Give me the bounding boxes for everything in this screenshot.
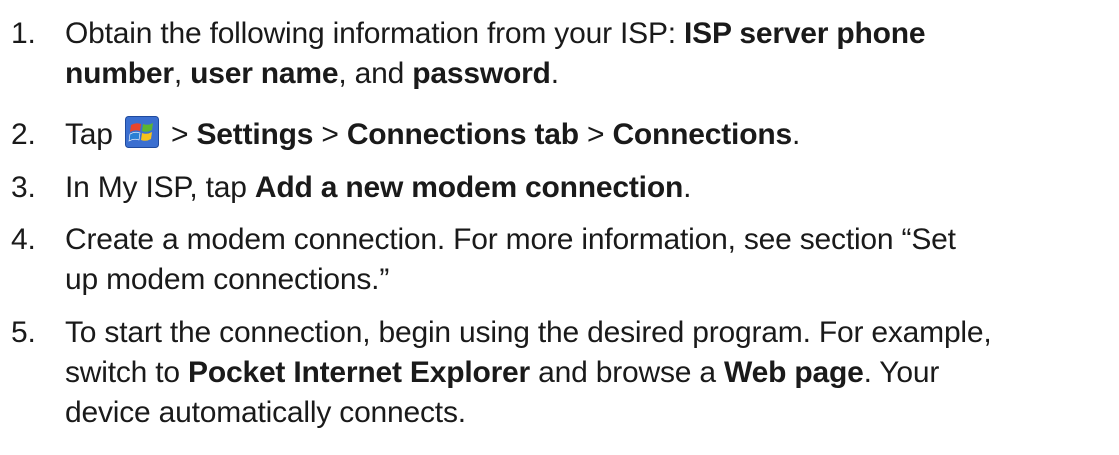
step-line: up modem connections.” <box>65 263 390 296</box>
step-text: Tap > Settings > Connections tab > Conne… <box>65 116 801 151</box>
step-number: 3. <box>11 171 36 204</box>
step-line: switch to Pocket Internet Explorer and b… <box>65 356 940 389</box>
windows-start-icon <box>124 116 159 148</box>
pocket-internet-explorer-term: Pocket Internet Explorer <box>188 356 531 389</box>
connections-term: Connections <box>612 118 792 151</box>
step-line: number, user name, and password. <box>65 57 559 90</box>
add-new-modem-connection-term: Add a new modem connection <box>254 171 684 204</box>
step-number: 4. <box>11 223 36 256</box>
number-term: number <box>65 57 174 90</box>
step-text: To start the connection, begin using the… <box>65 313 1115 433</box>
user-name-term: user name <box>190 57 339 90</box>
password-term: password <box>412 57 551 90</box>
step-line: Obtain the following information from yo… <box>65 17 926 50</box>
step-number: 2. <box>11 118 36 151</box>
step-text: In My ISP, tap Add a new modem connectio… <box>65 171 692 204</box>
step-text: Create a modem connection. For more info… <box>65 220 1115 300</box>
step-line: To start the connection, begin using the… <box>65 316 992 349</box>
step-line: Create a modem connection. For more info… <box>65 223 956 256</box>
connections-tab-term: Connections tab <box>346 118 579 151</box>
step-number: 5. <box>11 316 36 349</box>
step-number: 1. <box>11 17 36 50</box>
settings-term: Settings <box>196 118 314 151</box>
web-page-term: Web page <box>724 356 864 389</box>
step-line: device automatically connects. <box>65 396 466 429</box>
isp-server-phone-term: ISP server phone <box>684 17 926 50</box>
step-text: Obtain the following information from yo… <box>65 14 1115 94</box>
